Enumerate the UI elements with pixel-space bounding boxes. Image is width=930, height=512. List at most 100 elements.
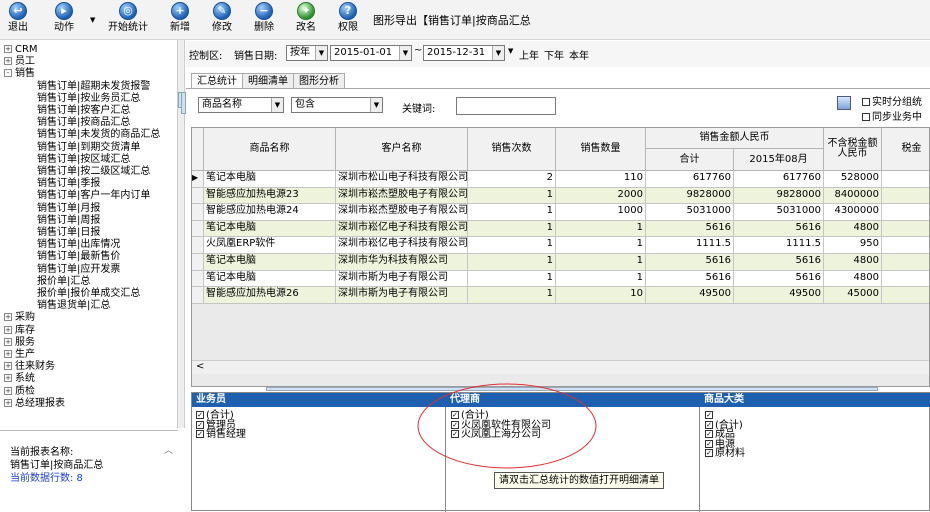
table-cell[interactable]: 45000 [824,287,882,304]
checkbox-icon[interactable]: ✓ [196,430,204,438]
col-header-times[interactable]: 销售次数 [468,128,556,171]
expand-icon[interactable]: + [4,313,12,322]
tree-item[interactable]: + 员工 [4,56,35,67]
tab-detail[interactable]: 明细清单 [242,73,294,89]
action-button[interactable]: ▸ 动作 [54,2,74,34]
grid-collapse-handle-icon[interactable] [181,92,186,114]
row-indicator[interactable] [192,270,204,288]
table-cell[interactable]: 9828000 [646,187,734,205]
tree-item[interactable]: 销售订单|最新售价 [37,251,120,262]
checkbox-icon[interactable]: ✓ [705,420,713,429]
col-header-tax[interactable]: 税金 [882,128,929,171]
table-cell[interactable]: 1111.5 [734,237,824,254]
table-cell[interactable]: 深圳市崧杰塑胶电子有限公司 [336,204,468,221]
tree-item[interactable]: + 库存 [4,325,35,336]
row-indicator[interactable] [192,204,204,221]
table-cell[interactable]: 2 [468,171,556,188]
col-header-notax[interactable]: 不含税金额人民币 [824,128,882,171]
table-cell[interactable]: 528000 [824,171,882,188]
search-operator-select[interactable]: 包含 ▼ [291,97,383,113]
table-cell[interactable]: 笔记本电脑 [204,254,336,271]
expand-icon[interactable]: + [4,374,12,383]
table-cell[interactable]: 5031000 [646,204,734,221]
collapse-icon[interactable]: - [4,69,12,78]
table-cell[interactable]: 5616 [646,254,734,271]
table-cell[interactable]: 深圳市斯为电子有限公司 [336,287,468,304]
table-cell[interactable]: 5616 [734,254,824,271]
table-cell[interactable]: 深圳市崧杰塑胶电子有限公司 [336,187,468,205]
date-from-picker[interactable]: 2015-01-01 ▼ [330,45,412,61]
tab-summary[interactable]: 汇总统计 [191,73,243,89]
table-cell[interactable] [882,220,929,238]
table-cell[interactable]: 4800 [824,220,882,238]
row-indicator[interactable] [192,220,204,238]
table-cell[interactable]: 110 [556,171,646,188]
tab-chart[interactable]: 图形分析 [293,73,345,89]
filter-option[interactable]: ✓ 销售经理 [196,430,246,440]
tree-item[interactable]: + 服务 [4,337,35,348]
table-cell[interactable]: 5616 [646,220,734,238]
table-cell[interactable]: 4800 [824,254,882,271]
table-cell[interactable]: 1111.5 [646,237,734,254]
tree-item[interactable]: + 往来财务 [4,361,55,372]
filter-option[interactable]: ✓ 原材料 [705,449,745,459]
table-cell[interactable]: 1 [556,237,646,254]
table-cell[interactable]: 笔记本电脑 [204,270,336,288]
tree-item[interactable]: 销售订单|应开发票 [37,264,120,275]
row-indicator[interactable]: ▶ [192,171,204,188]
period-mode-select[interactable]: 按年 ▼ [286,45,328,61]
table-cell[interactable]: 10 [556,287,646,304]
search-icon[interactable] [837,96,851,110]
table-cell[interactable]: 5616 [646,270,734,288]
table-cell[interactable]: 1 [468,287,556,304]
table-cell[interactable]: 49500 [734,287,824,304]
tree-item[interactable]: 销售订单|按二级区域汇总 [37,166,150,177]
realtime-group-option[interactable]: 实时分组统 [862,93,922,108]
date-to-picker[interactable]: 2015-12-31 ▼ [423,45,505,61]
tree-item[interactable]: 销售订单|超期未发货报警 [37,81,150,92]
table-cell[interactable] [882,171,929,188]
row-indicator[interactable] [192,287,204,304]
col-header-product[interactable]: 商品名称 [204,128,336,171]
table-cell[interactable]: 1 [556,254,646,271]
exit-button[interactable]: ↩ 退出 [8,2,28,34]
tree-item[interactable]: 销售订单|出库情况 [37,239,120,250]
expand-icon[interactable]: + [4,398,12,407]
keyword-input[interactable] [456,97,556,115]
col-header-month[interactable]: 2015年08月 [734,149,824,171]
expand-icon[interactable]: + [4,45,12,53]
checkbox-icon[interactable]: ✓ [705,411,713,419]
table-cell[interactable]: 4800 [824,270,882,288]
table-cell[interactable]: 深圳市华为科技有限公司 [336,254,468,271]
range-dropdown-icon[interactable]: ▼ [508,47,513,55]
next-year-button[interactable]: 下年 [544,47,564,62]
table-cell[interactable]: 笔记本电脑 [204,171,336,188]
row-indicator[interactable] [192,237,204,254]
table-cell[interactable]: 1 [468,187,556,205]
tree-item[interactable]: 报价单|汇总 [37,276,90,287]
sync-business-option[interactable]: 同步业务中 [862,108,922,123]
rename-button[interactable]: ✦ 改名 [296,2,316,34]
table-cell[interactable]: 1 [468,237,556,254]
table-cell[interactable]: 1 [556,220,646,238]
tree-item[interactable]: 销售订单|按业务员汇总 [37,93,140,104]
table-cell[interactable]: 1 [556,270,646,288]
table-cell[interactable]: 深圳市斯为电子有限公司 [336,270,468,288]
tree-item[interactable]: + 采购 [4,312,35,323]
this-year-button[interactable]: 本年 [569,47,589,62]
table-cell[interactable]: 1000 [556,204,646,221]
expand-icon[interactable]: + [4,325,12,334]
expand-icon[interactable]: + [4,57,12,66]
horizontal-scrollbar[interactable]: < [192,360,929,374]
col-header-qty[interactable]: 销售数量 [556,128,646,171]
table-cell[interactable]: 智能感应加热电源26 [204,287,336,304]
tree-item[interactable]: + 生产 [4,349,35,360]
table-cell[interactable]: 智能感应加热电源23 [204,187,336,205]
tree-item[interactable]: 销售订单|按商品汇总 [37,117,130,128]
tree-item[interactable]: 销售订单|周报 [37,215,100,226]
checkbox-icon[interactable]: ✓ [705,430,713,438]
expand-icon[interactable]: + [4,337,12,346]
checkbox-icon[interactable]: ✓ [196,420,204,429]
scroll-left-icon[interactable]: < [196,361,204,372]
table-cell[interactable] [882,204,929,221]
